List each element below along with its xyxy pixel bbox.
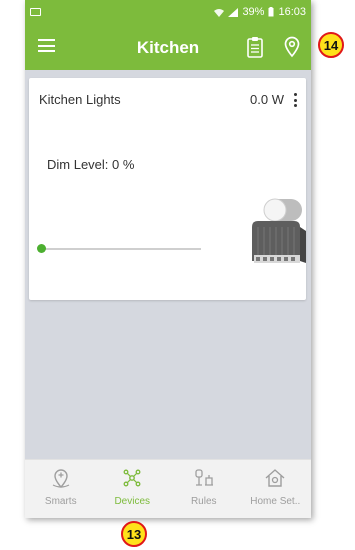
- nav-label-home-settings: Home Set..: [250, 496, 301, 507]
- device-name: Kitchen Lights: [39, 92, 121, 107]
- rules-icon: [195, 469, 213, 486]
- clipboard-icon[interactable]: [245, 35, 265, 59]
- status-time: 16:03: [278, 6, 306, 18]
- callout-badge-bottom: 13: [121, 521, 147, 547]
- nav-label-smarts: Smarts: [44, 496, 77, 507]
- dim-level-label: Dim Level: 0 %: [47, 157, 135, 172]
- callout-badge-top: 14: [318, 32, 344, 58]
- nav-item-rules[interactable]: Rules: [168, 460, 240, 518]
- devices-icon: [123, 469, 141, 487]
- app-bar: Kitchen: [25, 24, 311, 70]
- slider-thumb[interactable]: [37, 244, 46, 253]
- phone-screen: 39% 16:03 Kitchen Kitchen Lights 0.0 W D…: [25, 0, 311, 518]
- dim-level-slider[interactable]: [37, 242, 201, 256]
- nav-item-smarts[interactable]: Smarts: [25, 460, 97, 518]
- wifi-icon: [214, 8, 225, 17]
- status-bar: 39% 16:03: [25, 0, 311, 24]
- battery-icon: [268, 7, 274, 17]
- location-pin-icon[interactable]: [282, 35, 302, 59]
- nav-item-home-settings[interactable]: Home Set..: [240, 460, 312, 518]
- device-power: 0.0 W: [250, 92, 284, 107]
- bottom-navigation: Smarts Devices Rules Home Set..: [25, 459, 311, 518]
- device-card[interactable]: Kitchen Lights 0.0 W Dim Level: 0 %: [29, 78, 306, 300]
- status-right: 39% 16:03: [214, 6, 306, 18]
- battery-percent: 39%: [242, 6, 265, 18]
- signal-icon: [228, 7, 239, 17]
- dimmer-module-image: [252, 198, 306, 263]
- nav-label-devices: Devices: [114, 496, 151, 507]
- slider-track: [41, 248, 201, 250]
- image-notification-icon: [30, 8, 41, 16]
- nav-label-rules: Rules: [190, 496, 217, 507]
- more-options-icon[interactable]: [292, 92, 300, 108]
- home-settings-icon: [265, 469, 285, 487]
- page: 39% 16:03 Kitchen Kitchen Lights 0.0 W D…: [0, 0, 355, 550]
- nav-item-devices[interactable]: Devices: [97, 460, 169, 518]
- page-title: Kitchen: [136, 38, 200, 57]
- smarts-icon: [52, 469, 70, 489]
